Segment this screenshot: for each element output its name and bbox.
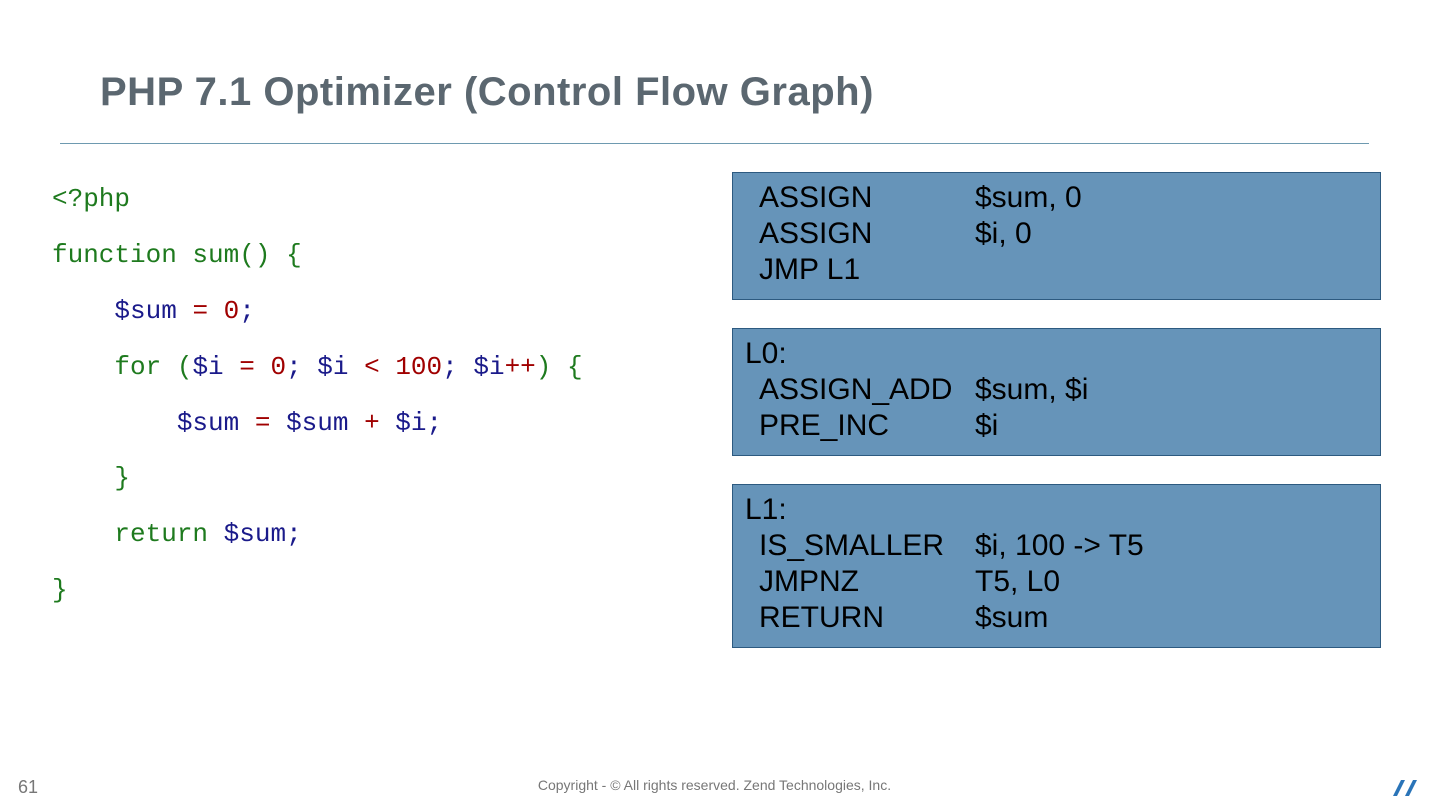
opcode-row: JMP L1 bbox=[745, 253, 1082, 289]
code-token: ; bbox=[286, 352, 302, 382]
code-token: 0 bbox=[270, 352, 286, 382]
opcode-block-2: L0: ASSIGN_ADD$sum, $i PRE_INC$i bbox=[732, 328, 1381, 456]
opcode-label: L1: bbox=[745, 493, 1144, 529]
code-token: $i bbox=[302, 352, 349, 382]
opcode-row: JMPNZT5, L0 bbox=[745, 565, 1144, 601]
code-token: $sum bbox=[177, 408, 239, 438]
code-token: 100 bbox=[395, 352, 442, 382]
opcode-arg: $i, 0 bbox=[975, 217, 1082, 253]
code-token: < bbox=[349, 352, 396, 382]
code-token: } bbox=[114, 463, 130, 493]
code-token: ; bbox=[286, 519, 302, 549]
code-token: $i bbox=[395, 408, 426, 438]
opcode-column: ASSIGN$sum, 0 ASSIGN$i, 0 JMP L1 L0: ASS… bbox=[732, 172, 1381, 648]
code-token: <?php bbox=[52, 184, 130, 214]
opcode-row: RETURN$sum bbox=[745, 601, 1144, 637]
opcode-row: IS_SMALLER$i, 100 -> T5 bbox=[745, 529, 1144, 565]
code-token: ) bbox=[536, 352, 552, 382]
code-token: { bbox=[551, 352, 582, 382]
opcode-label-row: L1: bbox=[745, 493, 1144, 529]
copyright-text: Copyright - © All rights reserved. Zend … bbox=[0, 777, 1429, 793]
code-token: return bbox=[114, 519, 208, 549]
code-token: = bbox=[239, 408, 286, 438]
code-token: $i bbox=[192, 352, 223, 382]
code-token: ; bbox=[239, 296, 255, 326]
zend-logo-icon bbox=[1391, 776, 1417, 798]
code-token: { bbox=[270, 240, 301, 270]
opcode-op: PRE_INC bbox=[745, 409, 975, 445]
opcode-row: ASSIGN$sum, 0 bbox=[745, 181, 1082, 217]
opcode-arg: $sum bbox=[975, 601, 1144, 637]
opcode-op: JMP L1 bbox=[745, 253, 1082, 289]
code-token: $i bbox=[458, 352, 505, 382]
php-code-column: <?php function sum() { $sum = 0; for ($i… bbox=[52, 172, 692, 648]
code-token: () bbox=[239, 240, 270, 270]
opcode-arg: $i bbox=[975, 409, 1088, 445]
code-token: = bbox=[177, 296, 224, 326]
code-token: for bbox=[114, 352, 161, 382]
opcode-block-3: L1: IS_SMALLER$i, 100 -> T5 JMPNZT5, L0 … bbox=[732, 484, 1381, 648]
opcode-table: L1: IS_SMALLER$i, 100 -> T5 JMPNZT5, L0 … bbox=[745, 493, 1144, 637]
opcode-op: RETURN bbox=[745, 601, 975, 637]
opcode-arg: T5, L0 bbox=[975, 565, 1144, 601]
code-token: ; bbox=[427, 408, 443, 438]
code-token: $sum bbox=[208, 519, 286, 549]
opcode-arg: $sum, $i bbox=[975, 373, 1088, 409]
code-token: $sum bbox=[286, 408, 348, 438]
opcode-arg: $i, 100 -> T5 bbox=[975, 529, 1144, 565]
php-code: <?php function sum() { $sum = 0; for ($i… bbox=[52, 172, 692, 619]
opcode-table: ASSIGN$sum, 0 ASSIGN$i, 0 JMP L1 bbox=[745, 181, 1082, 289]
title-area: PHP 7.1 Optimizer (Control Flow Graph) bbox=[0, 0, 1429, 115]
opcode-arg: $sum, 0 bbox=[975, 181, 1082, 217]
code-token: function bbox=[52, 240, 177, 270]
code-token: } bbox=[52, 575, 68, 605]
content-area: <?php function sum() { $sum = 0; for ($i… bbox=[0, 144, 1429, 648]
code-token: ++ bbox=[505, 352, 536, 382]
opcode-label: L0: bbox=[745, 337, 1088, 373]
opcode-op: JMPNZ bbox=[745, 565, 975, 601]
footer: Copyright - © All rights reserved. Zend … bbox=[0, 772, 1429, 798]
opcode-op: ASSIGN bbox=[745, 217, 975, 253]
code-token: ( bbox=[161, 352, 192, 382]
code-token: ; bbox=[442, 352, 458, 382]
code-token: + bbox=[348, 408, 395, 438]
opcode-op: ASSIGN_ADD bbox=[745, 373, 975, 409]
opcode-op: IS_SMALLER bbox=[745, 529, 975, 565]
code-token: sum bbox=[177, 240, 239, 270]
opcode-op: ASSIGN bbox=[745, 181, 975, 217]
opcode-label-row: L0: bbox=[745, 337, 1088, 373]
opcode-block-1: ASSIGN$sum, 0 ASSIGN$i, 0 JMP L1 bbox=[732, 172, 1381, 300]
opcode-row: ASSIGN_ADD$sum, $i bbox=[745, 373, 1088, 409]
slide: PHP 7.1 Optimizer (Control Flow Graph) <… bbox=[0, 0, 1429, 804]
code-token: 0 bbox=[224, 296, 240, 326]
opcode-table: L0: ASSIGN_ADD$sum, $i PRE_INC$i bbox=[745, 337, 1088, 445]
slide-title: PHP 7.1 Optimizer (Control Flow Graph) bbox=[100, 70, 1369, 115]
code-token: $sum bbox=[114, 296, 176, 326]
opcode-row: PRE_INC$i bbox=[745, 409, 1088, 445]
opcode-row: ASSIGN$i, 0 bbox=[745, 217, 1082, 253]
code-token: = bbox=[224, 352, 271, 382]
